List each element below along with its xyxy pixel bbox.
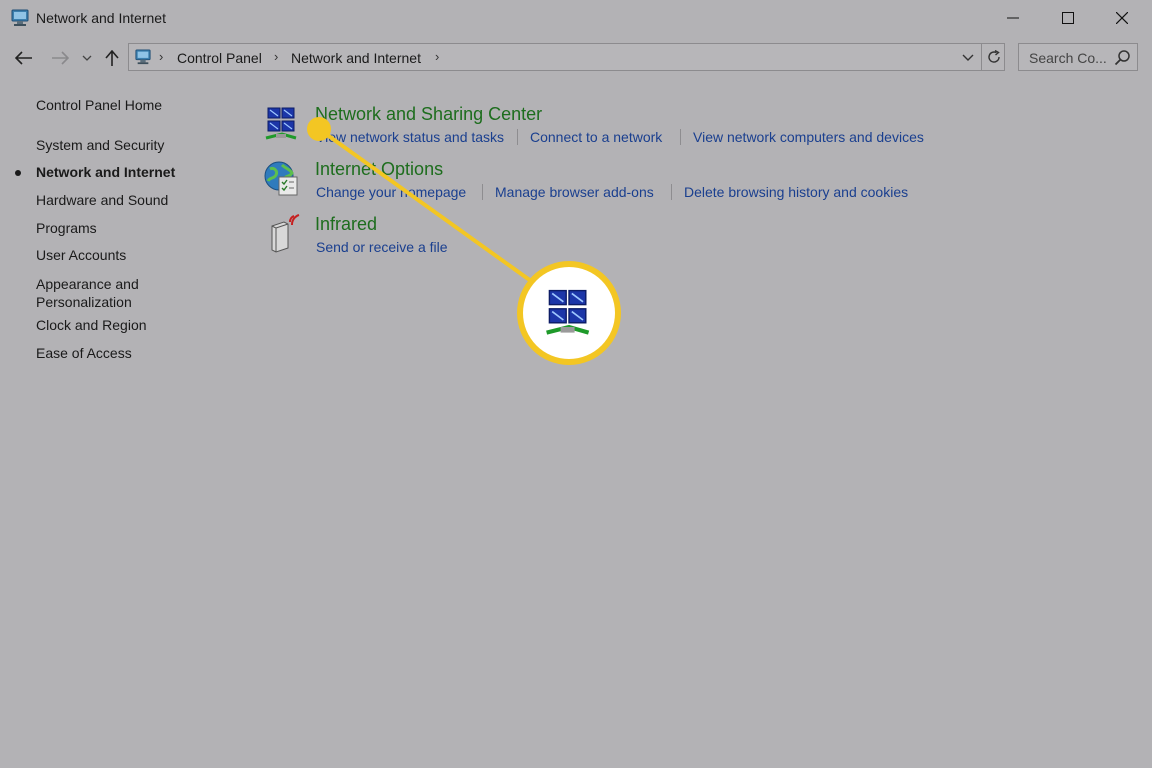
link-send-or-receive-file[interactable]: Send or receive a file — [316, 239, 448, 255]
globe-icon[interactable] — [262, 159, 302, 199]
up-button[interactable] — [100, 46, 124, 70]
chevron-down-icon — [82, 55, 92, 61]
search-box[interactable]: Search Co... — [1018, 43, 1138, 71]
link-delete-browsing-history[interactable]: Delete browsing history and cookies — [684, 184, 908, 200]
sidebar-item-hardware-and-sound[interactable]: Hardware and Sound — [36, 192, 168, 208]
breadcrumb-chevron-icon[interactable]: › — [159, 49, 163, 64]
sidebar-item-clock-and-region[interactable]: Clock and Region — [36, 317, 147, 333]
arrow-up-icon — [105, 50, 119, 66]
link-separator — [517, 129, 518, 145]
sidebar-item-network-and-internet[interactable]: Network and Internet — [36, 164, 175, 180]
magnified-network-icon — [546, 289, 590, 335]
link-separator — [671, 184, 672, 200]
link-view-network-computers[interactable]: View network computers and devices — [693, 129, 924, 145]
sidebar-control-panel-home[interactable]: Control Panel Home — [36, 97, 162, 113]
breadcrumb-control-panel[interactable]: Control Panel — [177, 50, 262, 66]
link-separator — [680, 129, 681, 145]
link-view-network-status[interactable]: View network status and tasks — [316, 129, 504, 145]
recent-locations-button[interactable] — [78, 46, 96, 70]
sidebar-item-system-and-security[interactable]: System and Security — [36, 137, 164, 153]
refresh-icon — [987, 50, 1000, 63]
callout-annotation — [307, 117, 621, 365]
refresh-button[interactable] — [981, 44, 1005, 70]
category-infrared[interactable]: Infrared — [315, 214, 377, 235]
control-panel-icon — [11, 9, 29, 26]
callout-ring — [517, 261, 621, 365]
link-manage-browser-add-ons[interactable]: Manage browser add-ons — [495, 184, 654, 200]
minimize-button[interactable] — [990, 4, 1036, 32]
infrared-icon[interactable] — [262, 214, 302, 254]
chevron-down-icon — [962, 54, 974, 61]
search-icon[interactable] — [1114, 49, 1132, 67]
callout-magnifier — [523, 267, 615, 359]
sidebar-item-appearance-and-personalization[interactable]: Appearance and Personalization — [36, 275, 139, 311]
navigation-bar: › Control Panel › Network and Internet ›… — [0, 42, 1152, 74]
address-bar[interactable]: › Control Panel › Network and Internet › — [128, 43, 1005, 71]
maximize-icon — [1062, 12, 1074, 24]
close-button[interactable] — [1099, 4, 1145, 32]
link-change-homepage[interactable]: Change your homepage — [316, 184, 466, 200]
arrow-left-icon — [15, 51, 32, 65]
network-icon[interactable] — [262, 104, 302, 144]
arrow-right-icon — [52, 51, 69, 65]
link-separator — [482, 184, 483, 200]
control-panel-icon — [135, 49, 151, 65]
link-connect-to-network[interactable]: Connect to a network — [530, 129, 662, 145]
search-placeholder: Search Co... — [1029, 50, 1107, 66]
close-icon — [1116, 12, 1128, 24]
sidebar-item-programs[interactable]: Programs — [36, 220, 97, 236]
category-network-and-sharing-center[interactable]: Network and Sharing Center — [315, 104, 542, 125]
address-history-dropdown[interactable] — [958, 47, 978, 67]
window-title: Network and Internet — [36, 10, 166, 26]
breadcrumb-network-and-internet[interactable]: Network and Internet — [291, 50, 421, 66]
forward-button[interactable] — [48, 46, 72, 70]
sidebar-item-ease-of-access[interactable]: Ease of Access — [36, 345, 132, 361]
back-button[interactable] — [12, 46, 36, 70]
maximize-button[interactable] — [1045, 4, 1091, 32]
active-bullet — [15, 170, 21, 176]
minimize-icon — [1007, 17, 1019, 19]
title-bar: Network and Internet — [0, 0, 1152, 38]
sidebar-item-user-accounts[interactable]: User Accounts — [36, 247, 126, 263]
category-internet-options[interactable]: Internet Options — [315, 159, 443, 180]
breadcrumb-chevron-icon[interactable]: › — [435, 49, 439, 64]
callout-line — [317, 127, 547, 293]
breadcrumb-chevron-icon[interactable]: › — [274, 49, 278, 64]
